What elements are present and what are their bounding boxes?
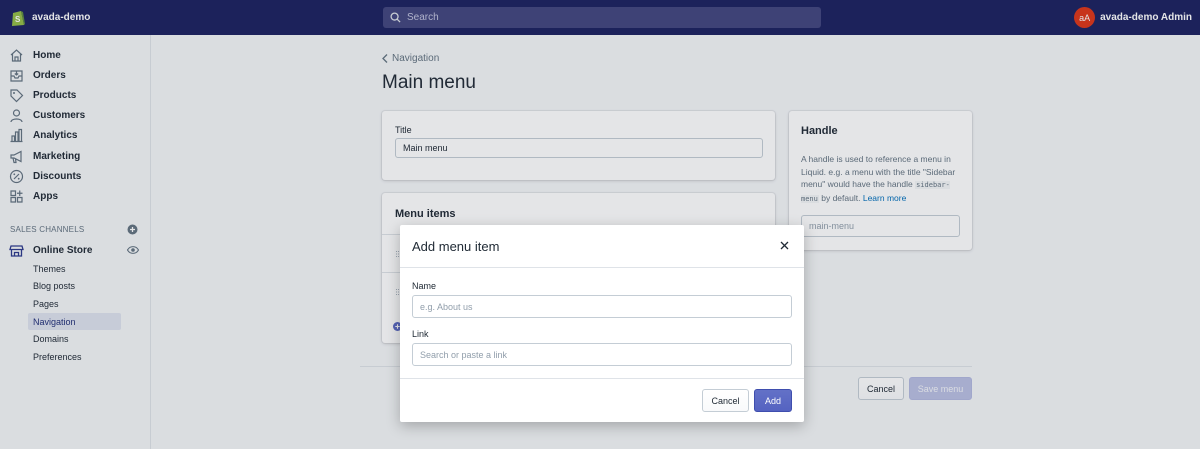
- link-label: Link: [412, 329, 429, 339]
- name-label: Name: [412, 281, 437, 291]
- add-button[interactable]: Add: [754, 389, 792, 412]
- modal-title: Add menu item: [412, 239, 500, 254]
- name-input[interactable]: e.g. About us: [412, 295, 792, 318]
- link-input[interactable]: Search or paste a link: [412, 343, 792, 366]
- modal-divider: [400, 267, 804, 268]
- modal-cancel-button[interactable]: Cancel: [702, 389, 749, 412]
- close-icon[interactable]: [780, 241, 789, 250]
- add-menu-item-modal: Add menu item Name e.g. About us Link Se…: [400, 225, 804, 422]
- modal-footer-divider: [400, 378, 804, 379]
